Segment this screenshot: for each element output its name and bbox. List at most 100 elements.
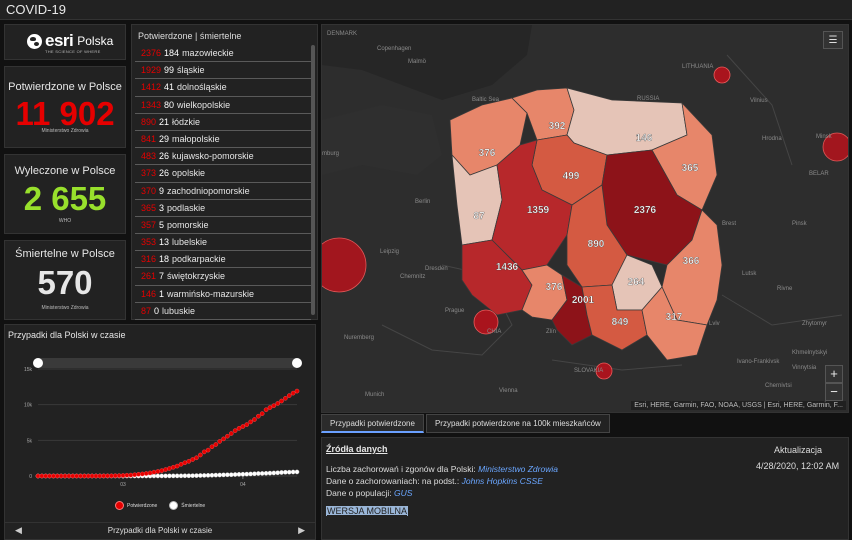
map-attribution[interactable]: Esri, HERE, Garmin, FAO, NOAA, USGS | Es…: [631, 401, 846, 410]
deaths-point[interactable]: [263, 470, 269, 476]
deaths-point[interactable]: [221, 472, 226, 478]
deaths-point[interactable]: [259, 471, 265, 476]
deaths-point[interactable]: [151, 473, 157, 479]
confirmed-point[interactable]: [182, 460, 188, 466]
confirmed-point[interactable]: [132, 472, 137, 478]
deaths-point[interactable]: [178, 473, 184, 479]
confirmed-point[interactable]: [209, 444, 215, 450]
deaths-point[interactable]: [190, 473, 195, 478]
confirmed-point[interactable]: [170, 464, 176, 470]
confirmed-point[interactable]: [39, 473, 45, 479]
confirmed-point[interactable]: [43, 473, 49, 479]
confirmed-point[interactable]: [147, 470, 153, 476]
region-row[interactable]: 373 26 opolskie: [135, 165, 311, 183]
deaths-point[interactable]: [248, 471, 253, 477]
confirmed-point[interactable]: [228, 431, 234, 436]
confirmed-point[interactable]: [232, 428, 238, 433]
deaths-point[interactable]: [167, 473, 172, 479]
deaths-point[interactable]: [286, 469, 292, 475]
confirmed-point[interactable]: [101, 473, 107, 479]
deaths-point[interactable]: [194, 473, 199, 478]
deaths-point[interactable]: [209, 472, 215, 478]
confirmed-point[interactable]: [279, 398, 284, 404]
confirmed-point[interactable]: [136, 472, 141, 477]
deaths-point[interactable]: [290, 469, 296, 475]
confirmed-point[interactable]: [74, 473, 79, 479]
confirmed-point[interactable]: [205, 447, 211, 453]
region-row[interactable]: 1412 41 dolnośląskie: [135, 79, 311, 97]
deaths-point[interactable]: [244, 471, 250, 477]
region-row[interactable]: 841 29 małopolskie: [135, 131, 311, 149]
legend-list-button[interactable]: ☰: [823, 31, 843, 49]
confirmed-point[interactable]: [174, 463, 180, 469]
confirmed-point[interactable]: [194, 455, 199, 461]
confirmed-point[interactable]: [89, 473, 95, 479]
confirmed-point[interactable]: [190, 457, 195, 462]
link-gus[interactable]: GUS: [394, 488, 412, 498]
deaths-point[interactable]: [201, 473, 207, 478]
zoom-out-button[interactable]: −: [825, 383, 843, 401]
confirmed-point[interactable]: [116, 473, 122, 478]
confirmed-point[interactable]: [159, 468, 165, 473]
confirmed-point[interactable]: [294, 388, 300, 394]
confirmed-point[interactable]: [55, 473, 60, 479]
confirmed-point[interactable]: [155, 469, 161, 474]
tab-confirmed[interactable]: Przypadki potwierdzone: [321, 414, 424, 433]
deaths-point[interactable]: [225, 472, 230, 478]
deaths-point[interactable]: [283, 469, 288, 475]
confirmed-point[interactable]: [93, 473, 99, 479]
confirmed-point[interactable]: [143, 471, 149, 476]
confirmed-point[interactable]: [217, 439, 222, 444]
confirmed-point[interactable]: [259, 411, 265, 416]
deaths-point[interactable]: [271, 470, 277, 476]
confirmed-point[interactable]: [275, 401, 280, 406]
map-canvas[interactable]: 392 146 376 365 499 87 1359 2376 890 143…: [322, 25, 849, 413]
region-row[interactable]: 1929 99 śląskie: [135, 62, 311, 80]
time-range-slider[interactable]: [38, 358, 297, 368]
link-johns-hopkins[interactable]: Johns Hopkins CSSE: [462, 476, 543, 486]
confirmed-point[interactable]: [62, 473, 68, 479]
slider-handle-end[interactable]: [292, 358, 302, 368]
confirmed-point[interactable]: [163, 467, 168, 472]
confirmed-point[interactable]: [236, 426, 242, 431]
confirmed-point[interactable]: [283, 396, 288, 401]
confirmed-point[interactable]: [201, 449, 207, 455]
confirmed-point[interactable]: [140, 471, 145, 477]
tab-confirmed-per-100k[interactable]: Przypadki potwierdzone na 100k mieszkańc…: [425, 414, 610, 433]
confirmed-point[interactable]: [105, 473, 110, 479]
region-row[interactable]: 353 13 lubelskie: [135, 234, 311, 252]
deaths-point[interactable]: [294, 469, 300, 475]
confirmed-point[interactable]: [82, 473, 87, 479]
confirmed-point[interactable]: [198, 452, 203, 458]
deaths-point[interactable]: [236, 472, 242, 477]
next-chart-button[interactable]: ▶: [298, 525, 305, 536]
region-row[interactable]: 261 7 świętokrzyskie: [135, 268, 311, 286]
confirmed-point[interactable]: [271, 403, 277, 408]
deaths-point[interactable]: [159, 473, 165, 479]
deaths-point[interactable]: [279, 470, 284, 475]
slider-handle-start[interactable]: [33, 358, 43, 368]
confirmed-point[interactable]: [225, 433, 230, 439]
confirmed-point[interactable]: [178, 462, 184, 467]
confirmed-point[interactable]: [70, 473, 76, 479]
confirmed-point[interactable]: [124, 472, 130, 478]
region-row[interactable]: 146 1 warmińsko-mazurskie: [135, 286, 311, 303]
mobile-version-link[interactable]: WERSJA MOBILNA: [326, 506, 409, 516]
confirmed-point[interactable]: [113, 473, 118, 479]
deaths-point[interactable]: [217, 472, 222, 478]
confirmed-point[interactable]: [286, 393, 292, 398]
deaths-point[interactable]: [267, 470, 273, 476]
deaths-point[interactable]: [174, 473, 180, 479]
confirmed-point[interactable]: [290, 390, 296, 396]
confirmed-point[interactable]: [85, 473, 91, 479]
region-row[interactable]: 483 26 kujawsko-pomorskie: [135, 148, 311, 166]
confirmed-point[interactable]: [51, 473, 56, 479]
confirmed-point[interactable]: [47, 473, 52, 479]
legend-item-confirmed[interactable]: Potwierdzone: [115, 501, 157, 510]
confirmed-point[interactable]: [213, 442, 219, 447]
deaths-point[interactable]: [228, 472, 234, 478]
region-row[interactable]: 87 0 lubuskie: [135, 303, 311, 320]
deaths-point[interactable]: [163, 473, 168, 479]
deaths-point[interactable]: [155, 473, 161, 479]
confirmed-point[interactable]: [151, 469, 157, 475]
